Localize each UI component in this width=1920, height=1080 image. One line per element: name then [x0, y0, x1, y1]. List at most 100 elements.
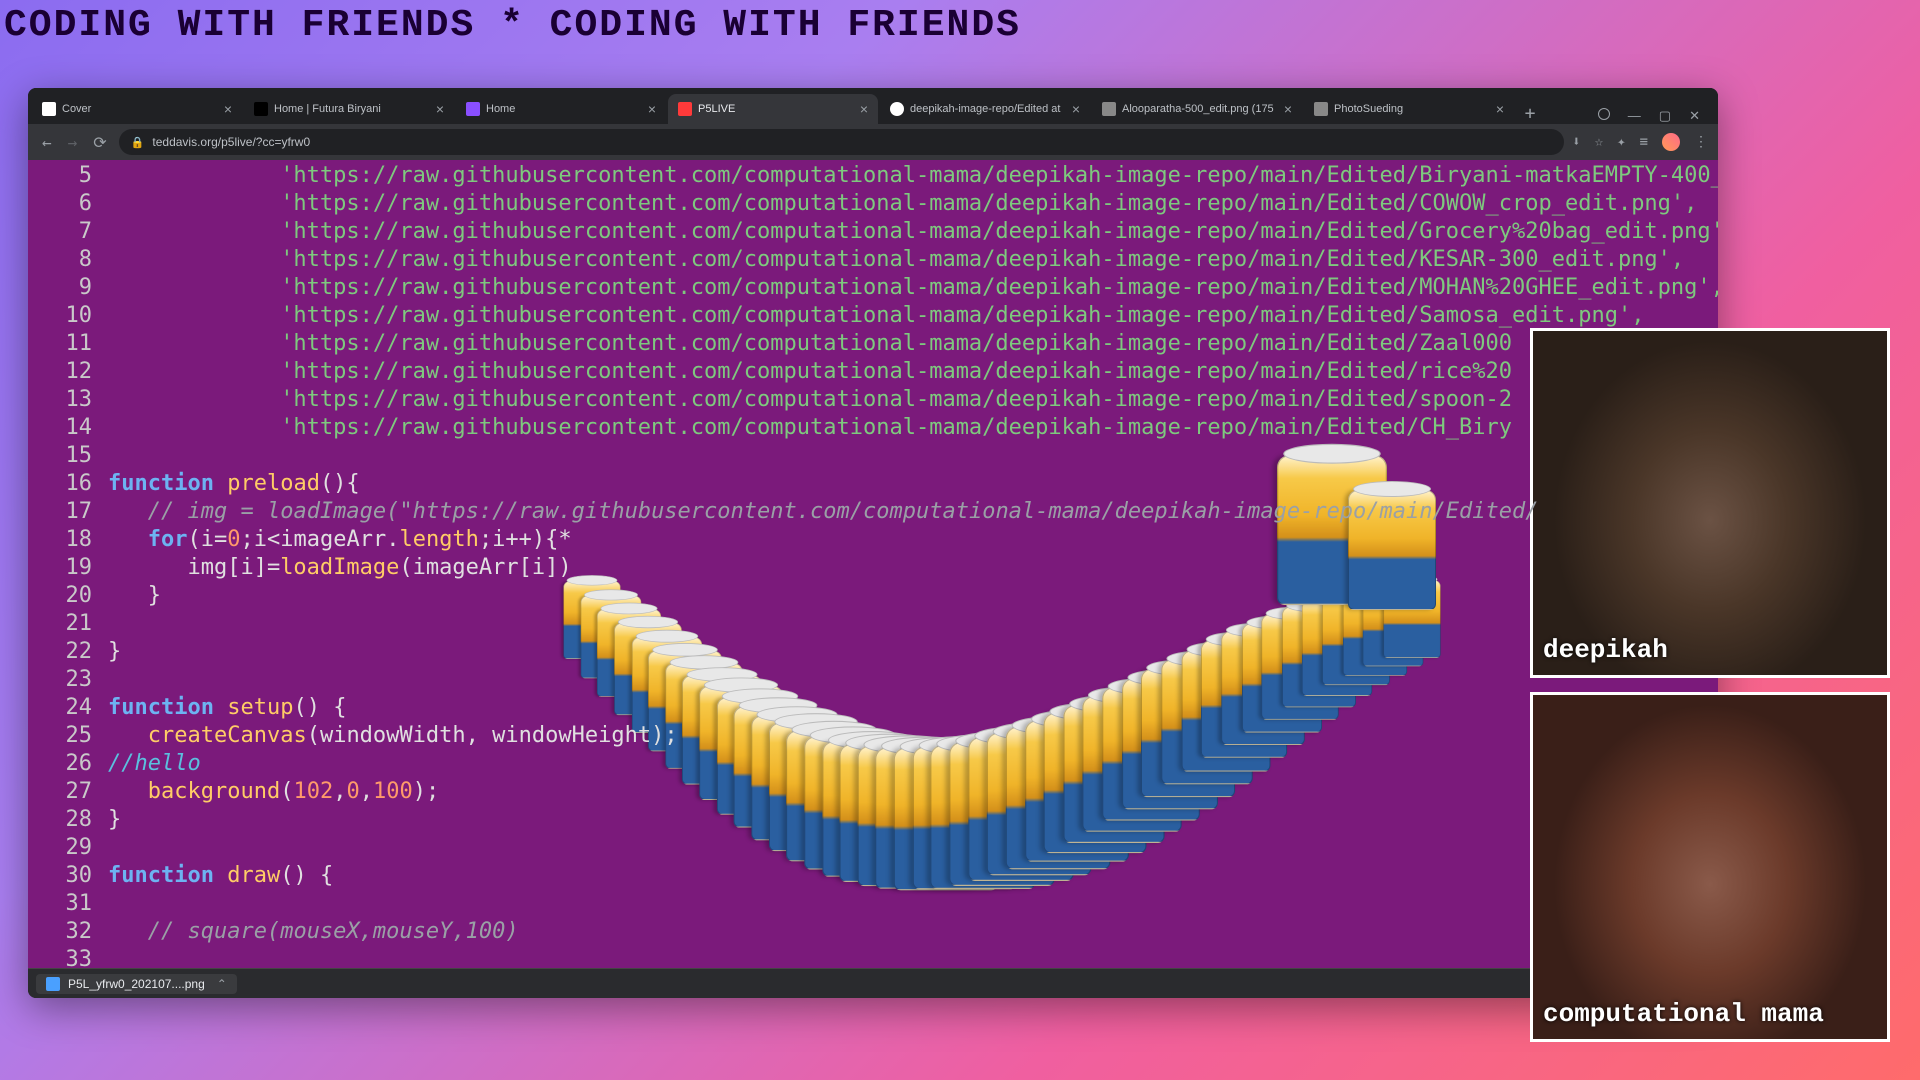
code-line[interactable]: 27 background(102,0,100); [28, 778, 1718, 806]
code-line[interactable]: 29 [28, 834, 1718, 862]
favicon-icon [678, 102, 692, 116]
tab-label: Alooparatha-500_edit.png (175 [1122, 103, 1278, 115]
code-content: createCanvas(windowWidth, windowHeight); [108, 722, 678, 750]
tab-strip: Cover × Home | Futura Biryani × Home × P… [28, 88, 1718, 124]
chevron-up-icon[interactable]: ⌃ [217, 977, 227, 991]
code-content: function setup() { [108, 694, 346, 722]
favicon-icon [1314, 102, 1328, 116]
close-icon[interactable]: × [648, 102, 656, 116]
code-content: 'https://raw.githubusercontent.com/compu… [108, 386, 1512, 414]
code-line[interactable]: 11 'https://raw.githubusercontent.com/co… [28, 330, 1718, 358]
image-icon [1102, 102, 1116, 116]
code-line[interactable]: 6 'https://raw.githubusercontent.com/com… [28, 190, 1718, 218]
close-icon[interactable]: × [1072, 102, 1080, 116]
code-content: } [108, 638, 121, 666]
code-line[interactable]: 21 [28, 610, 1718, 638]
tab-label: Home [486, 103, 642, 115]
back-button[interactable]: ← [38, 129, 56, 156]
code-line[interactable]: 15 [28, 442, 1718, 470]
extensions-icon[interactable]: ✦ [1617, 134, 1625, 150]
code-line[interactable]: 26//hello [28, 750, 1718, 778]
code-content: 'https://raw.githubusercontent.com/compu… [108, 302, 1644, 330]
webcam-label: computational mama [1543, 999, 1824, 1029]
close-icon[interactable]: × [1496, 102, 1504, 116]
line-number: 27 [28, 778, 108, 806]
close-icon[interactable]: × [1284, 102, 1292, 116]
code-line[interactable]: 13 'https://raw.githubusercontent.com/co… [28, 386, 1718, 414]
url-text: teddavis.org/p5live/?cc=yfrw0 [152, 135, 310, 149]
code-line[interactable]: 33 [28, 946, 1718, 968]
code-line[interactable]: 24function setup() { [28, 694, 1718, 722]
line-number: 15 [28, 442, 108, 470]
code-content: function preload(){ [108, 470, 360, 498]
code-line[interactable]: 5 'https://raw.githubusercontent.com/com… [28, 162, 1718, 190]
profile-avatar[interactable] [1662, 133, 1680, 151]
line-number: 12 [28, 358, 108, 386]
code-line[interactable]: 17 // img = loadImage("https://raw.githu… [28, 498, 1718, 526]
code-editor[interactable]: 5 'https://raw.githubusercontent.com/com… [28, 160, 1718, 968]
address-bar: ← → ⟳ 🔒 teddavis.org/p5live/?cc=yfrw0 ⬇ … [28, 124, 1718, 160]
favicon-icon [254, 102, 268, 116]
tab-cover[interactable]: Cover × [32, 94, 242, 124]
code-line[interactable]: 25 createCanvas(windowWidth, windowHeigh… [28, 722, 1718, 750]
line-number: 17 [28, 498, 108, 526]
close-icon[interactable]: × [224, 102, 232, 116]
line-number: 19 [28, 554, 108, 582]
tab-futura[interactable]: Home | Futura Biryani × [244, 94, 454, 124]
download-item[interactable]: P5L_yfrw0_202107....png ⌃ [36, 974, 237, 994]
code-line[interactable]: 12 'https://raw.githubusercontent.com/co… [28, 358, 1718, 386]
new-tab-button[interactable]: + [1516, 103, 1544, 124]
reading-list-icon[interactable]: ≡ [1640, 134, 1648, 150]
code-line[interactable]: 30function draw() { [28, 862, 1718, 890]
code-line[interactable]: 8 'https://raw.githubusercontent.com/com… [28, 246, 1718, 274]
code-line[interactable]: 10 'https://raw.githubusercontent.com/co… [28, 302, 1718, 330]
github-icon [890, 102, 904, 116]
line-number: 29 [28, 834, 108, 862]
close-icon[interactable]: × [436, 102, 444, 116]
minimize-button[interactable]: — [1628, 108, 1641, 124]
line-number: 9 [28, 274, 108, 302]
line-number: 33 [28, 946, 108, 968]
tab-github[interactable]: deepikah-image-repo/Edited at × [880, 94, 1090, 124]
code-content: 'https://raw.githubusercontent.com/compu… [108, 162, 1718, 190]
code-line[interactable]: 32 // square(mouseX,mouseY,100) [28, 918, 1718, 946]
code-content: 'https://raw.githubusercontent.com/compu… [108, 358, 1512, 386]
tab-label: deepikah-image-repo/Edited at [910, 103, 1066, 115]
tab-label: Home | Futura Biryani [274, 103, 430, 115]
code-line[interactable]: 20 } [28, 582, 1718, 610]
line-number: 18 [28, 526, 108, 554]
reload-button[interactable]: ⟳ [89, 129, 110, 156]
tab-photosueding[interactable]: PhotoSueding × [1304, 94, 1514, 124]
code-line[interactable]: 22} [28, 638, 1718, 666]
code-line[interactable]: 14 'https://raw.githubusercontent.com/co… [28, 414, 1718, 442]
menu-icon[interactable]: ⋮ [1694, 134, 1708, 150]
tab-p5live[interactable]: P5LIVE × [668, 94, 878, 124]
line-number: 8 [28, 246, 108, 274]
code-line[interactable]: 19 img[i]=loadImage(imageArr[i]) [28, 554, 1718, 582]
code-content: 'https://raw.githubusercontent.com/compu… [108, 190, 1697, 218]
forward-button[interactable]: → [64, 129, 82, 156]
account-icon[interactable] [1598, 108, 1610, 120]
download-icon[interactable]: ⬇ [1572, 134, 1580, 150]
code-line[interactable]: 31 [28, 890, 1718, 918]
code-line[interactable]: 23 [28, 666, 1718, 694]
maximize-button[interactable]: ▢ [1659, 108, 1671, 124]
line-number: 22 [28, 638, 108, 666]
code-line[interactable]: 9 'https://raw.githubusercontent.com/com… [28, 274, 1718, 302]
star-icon[interactable]: ☆ [1595, 134, 1603, 150]
code-line[interactable]: 18 for(i=0;i<imageArr.length;i++){* [28, 526, 1718, 554]
close-icon[interactable]: × [860, 102, 868, 116]
line-number: 21 [28, 610, 108, 638]
url-input[interactable]: 🔒 teddavis.org/p5live/?cc=yfrw0 [119, 129, 1565, 155]
line-number: 26 [28, 750, 108, 778]
line-number: 31 [28, 890, 108, 918]
tab-alooparatha[interactable]: Alooparatha-500_edit.png (175 × [1092, 94, 1302, 124]
tab-home[interactable]: Home × [456, 94, 666, 124]
code-line[interactable]: 16function preload(){ [28, 470, 1718, 498]
code-content: // img = loadImage("https://raw.githubus… [108, 498, 1539, 526]
code-line[interactable]: 7 'https://raw.githubusercontent.com/com… [28, 218, 1718, 246]
code-content: // square(mouseX,mouseY,100) [108, 918, 519, 946]
code-line[interactable]: 28} [28, 806, 1718, 834]
close-window-button[interactable]: ✕ [1689, 108, 1700, 124]
line-number: 20 [28, 582, 108, 610]
